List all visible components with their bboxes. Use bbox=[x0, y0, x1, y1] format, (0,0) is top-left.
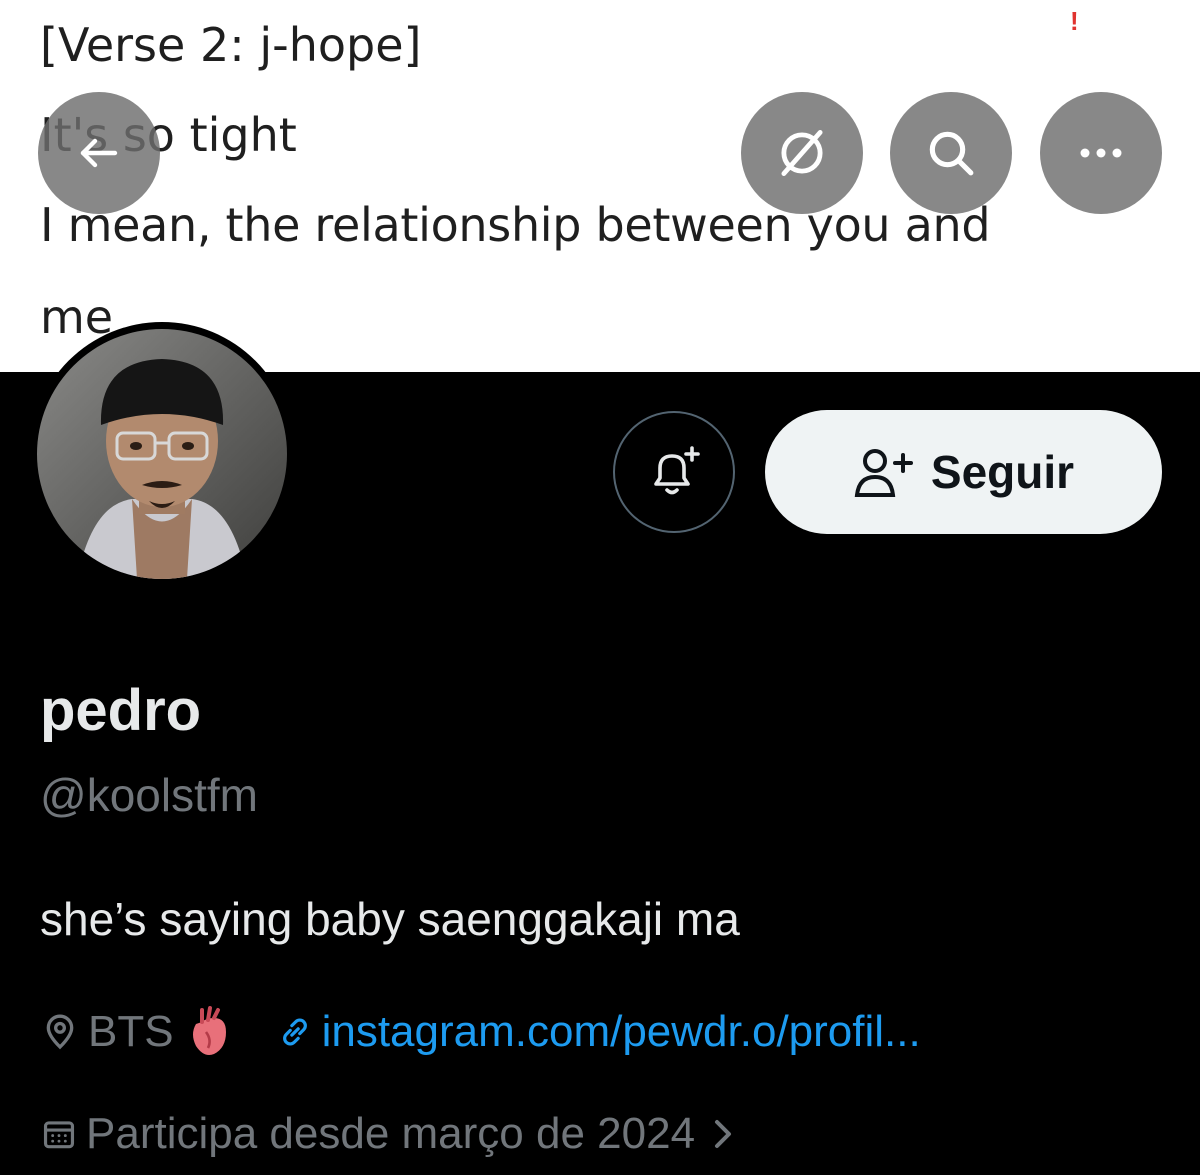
link-icon bbox=[276, 1013, 314, 1051]
anatomical-heart-icon bbox=[188, 1006, 230, 1058]
back-button[interactable] bbox=[38, 92, 160, 214]
follow-button[interactable]: Seguir bbox=[765, 410, 1162, 534]
grok-icon bbox=[781, 130, 823, 176]
more-icon bbox=[1080, 148, 1122, 158]
profile-avatar[interactable] bbox=[30, 322, 294, 586]
location-icon bbox=[40, 1012, 80, 1052]
bell-plus-icon bbox=[654, 446, 700, 495]
profile-banner: [Verse 2: j-hope] It's so tight I mean, … bbox=[0, 0, 1200, 372]
follow-user-icon bbox=[854, 449, 913, 497]
avatar-photo bbox=[37, 329, 287, 579]
profile-location: BTS bbox=[88, 1007, 174, 1056]
more-options-button[interactable] bbox=[1040, 92, 1162, 214]
notifications-button[interactable] bbox=[613, 411, 735, 533]
profile-handle: @koolstfm bbox=[40, 769, 258, 821]
chevron-right-icon bbox=[709, 1116, 737, 1152]
banner-lyric-line: I mean, the relationship between you and bbox=[40, 198, 991, 252]
profile-join-date-row[interactable]: Participa desde março de 2024 bbox=[40, 1112, 745, 1156]
follow-button-label: Seguir bbox=[930, 446, 1075, 498]
profile-join-date: Participa desde março de 2024 bbox=[86, 1109, 696, 1158]
banner-lyric-line: me bbox=[40, 290, 114, 344]
search-button[interactable] bbox=[890, 92, 1012, 214]
grok-button[interactable] bbox=[741, 92, 863, 214]
banner-alert-mark: ! bbox=[1070, 6, 1079, 36]
calendar-icon bbox=[40, 1115, 78, 1153]
profile-meta-row: BTS instagram.com/pewdr.o/profil... bbox=[40, 1006, 921, 1058]
profile-website-link[interactable]: instagram.com/pewdr.o/profil... bbox=[322, 1010, 921, 1054]
profile-display-name: pedro bbox=[40, 678, 202, 743]
back-arrow-icon bbox=[80, 138, 118, 168]
profile-bio: she’s saying baby saenggakaji ma bbox=[40, 893, 740, 945]
search-icon bbox=[929, 131, 974, 176]
banner-lyric-line: [Verse 2: j-hope] bbox=[40, 18, 422, 72]
